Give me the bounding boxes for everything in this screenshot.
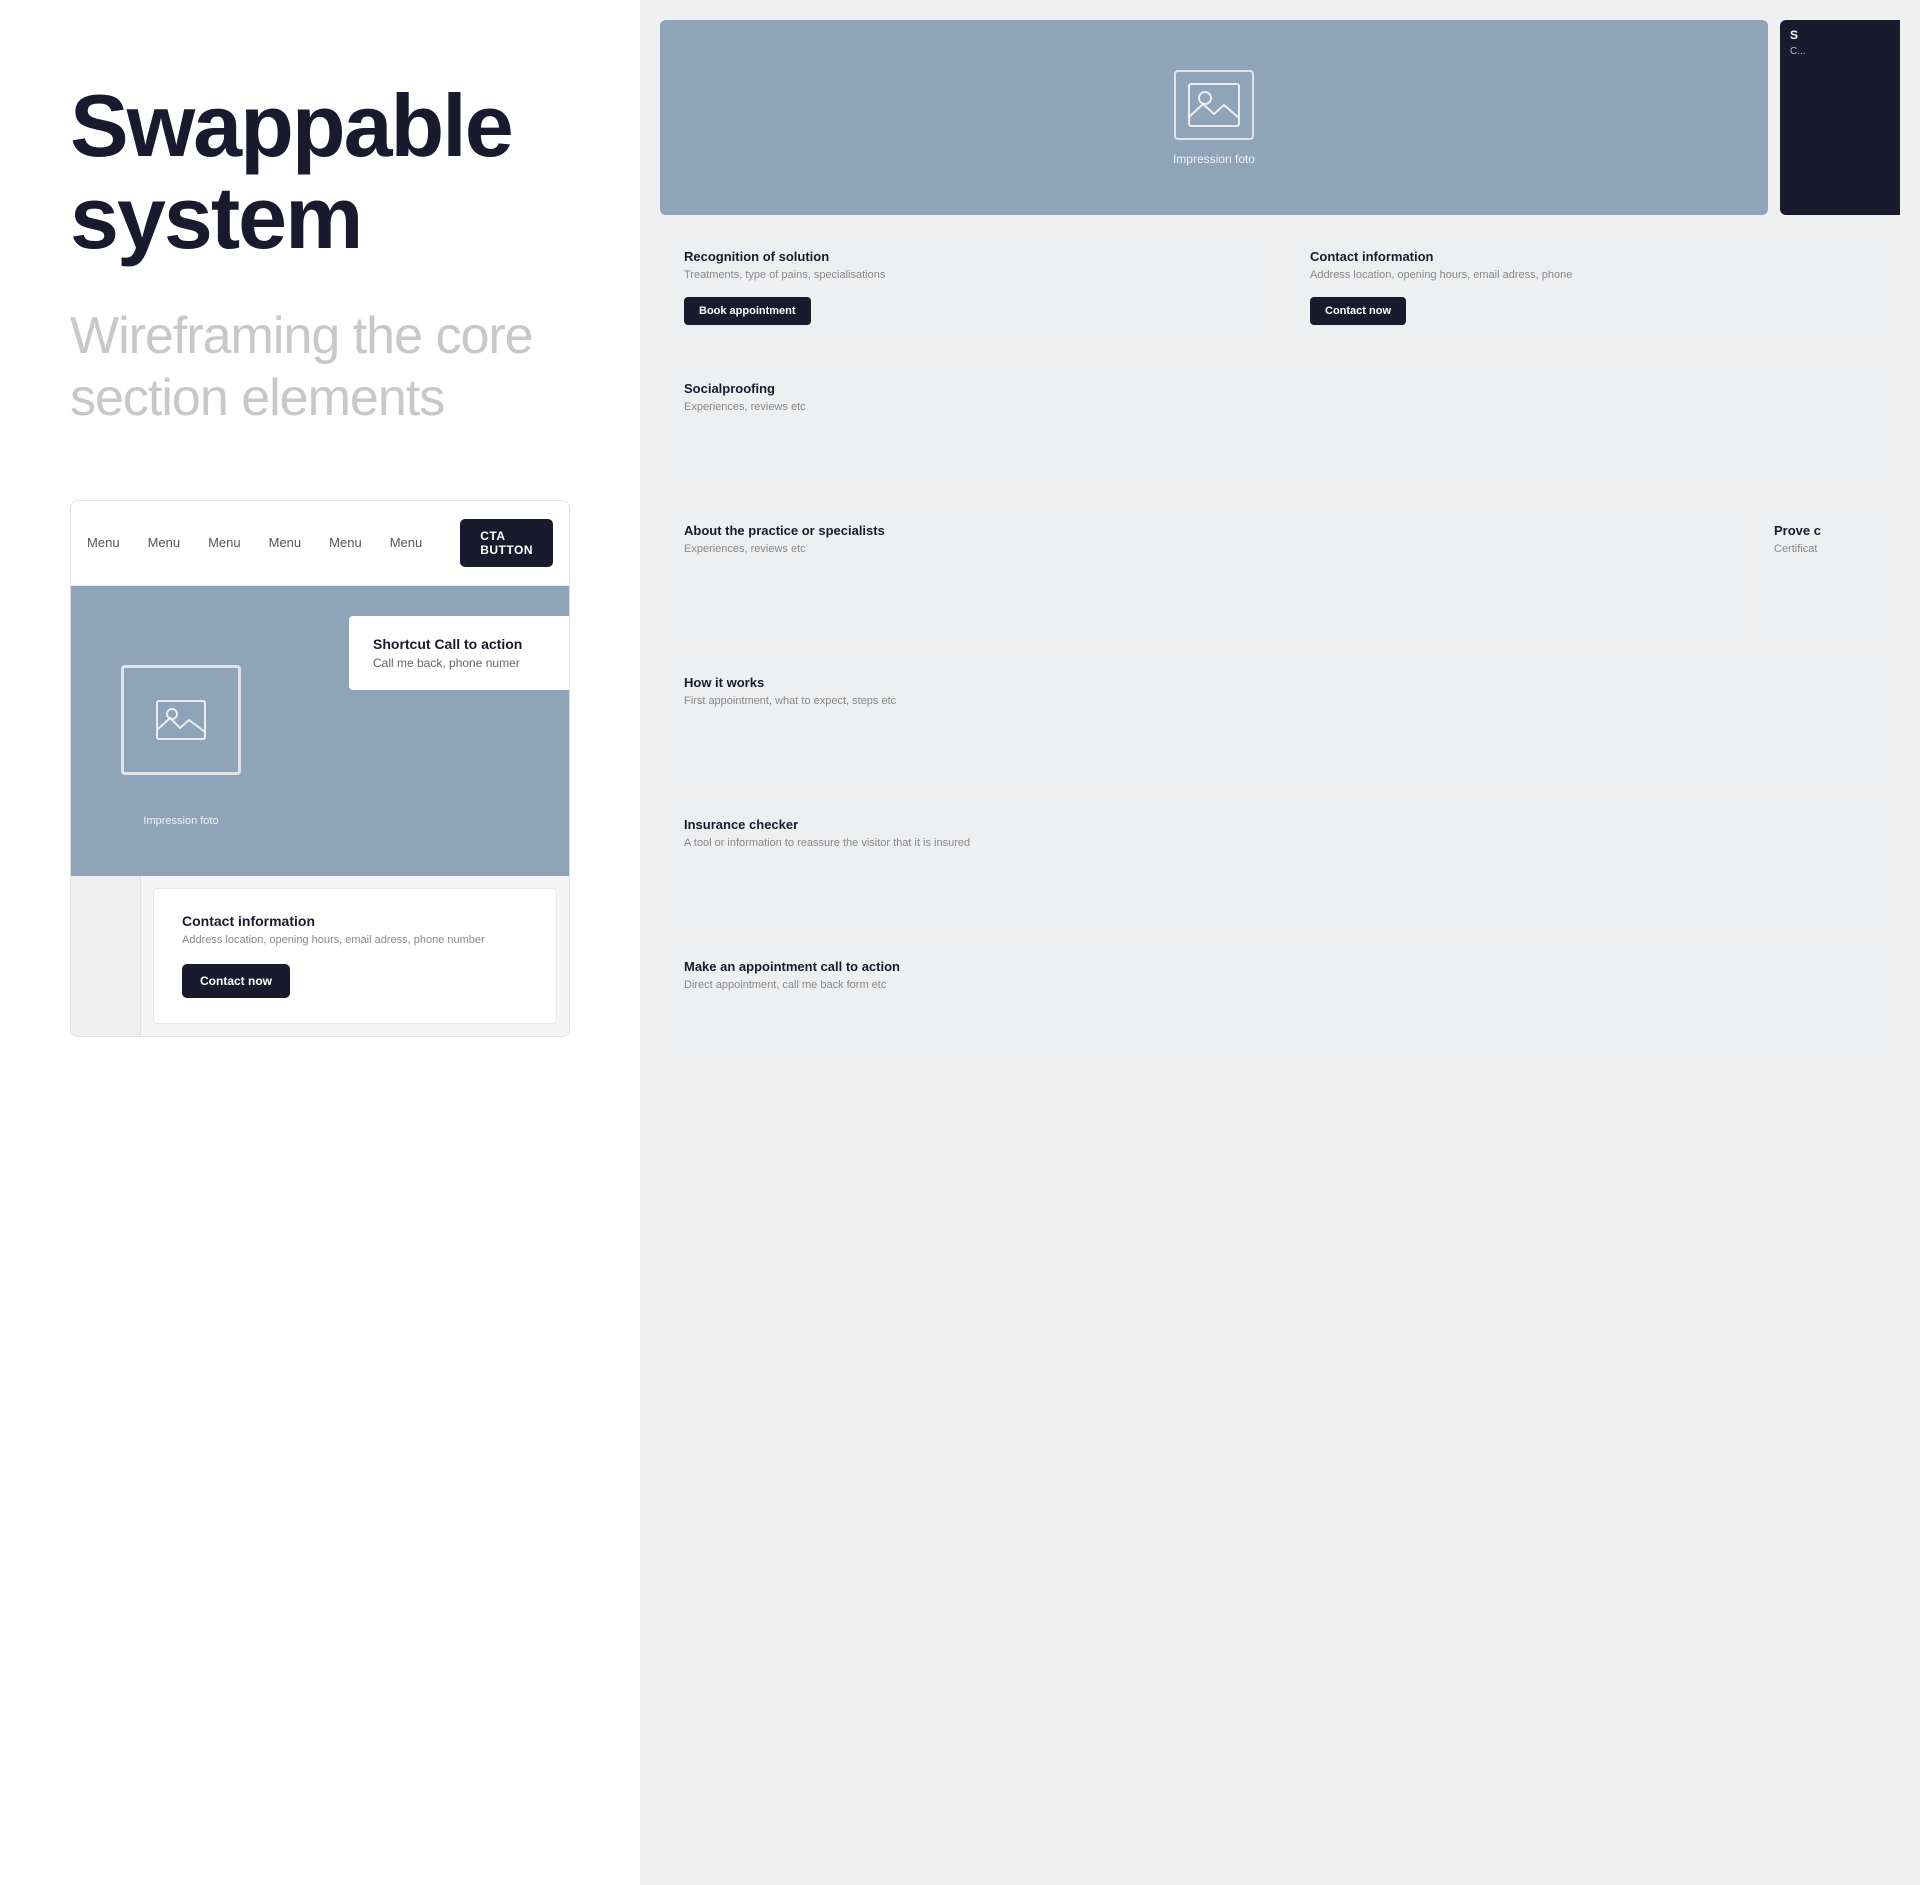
right-partial-sub: C... [1790,46,1806,57]
wireframe-preview: Menu Menu Menu Menu Menu Menu CTA BUTTON… [70,500,570,1037]
recognition-contact-row: Recognition of solution Treatments, type… [660,227,1900,347]
insurance-card: Insurance checker A tool or information … [660,795,1900,925]
wf-nav-item-5[interactable]: Menu [329,535,362,550]
contact-info-title: Contact information [1310,249,1876,264]
wf-impression-label: Impression foto [143,815,218,827]
how-it-works-row: How it works First appointment, what to … [660,653,1900,783]
book-appointment-button[interactable]: Book appointment [684,297,811,325]
wf-hero-section: Impression foto Shortcut Call to action … [71,586,569,876]
recognition-desc: Treatments, type of pains, specialisatio… [684,269,1250,281]
recognition-card: Recognition of solution Treatments, type… [660,227,1274,347]
insurance-title: Insurance checker [684,817,1876,832]
prove-card: Prove c Certificat [1760,501,1900,641]
right-partial-card: S C... [1780,20,1900,215]
hero-image-placeholder-icon [1188,83,1240,127]
socialproofing-card: Socialproofing Experiences, reviews etc [660,359,1900,489]
wf-nav-item-4[interactable]: Menu [269,535,302,550]
appointment-row: Make an appointment call to action Direc… [660,937,1900,1067]
socialproofing-desc: Experiences, reviews etc [684,401,1876,413]
appointment-desc: Direct appointment, call me back form et… [684,979,1876,991]
left-panel: Swappable system Wireframing the core se… [0,0,640,1885]
image-icon [156,700,206,740]
wf-nav-item-2[interactable]: Menu [148,535,181,550]
right-hero-card: Impression foto [660,20,1768,215]
wf-shortcut-box: Shortcut Call to action Call me back, ph… [349,616,569,690]
wf-partial-left [71,876,141,1036]
prove-desc: Certificat [1774,543,1886,555]
right-hero-image-icon [1174,70,1254,140]
wf-cta-button[interactable]: CTA BUTTON [460,519,553,567]
prove-title: Prove c [1774,523,1886,538]
right-panel: Impression foto S C... Recognition of so… [640,0,1920,1885]
wf-nav-item-3[interactable]: Menu [208,535,241,550]
appointment-title: Make an appointment call to action [684,959,1876,974]
right-top-strip: Impression foto S C... [660,20,1900,215]
about-card: About the practice or specialists Experi… [660,501,1748,641]
right-partial-title: S [1790,28,1798,42]
wf-contact-button[interactable]: Contact now [182,964,290,998]
wf-nav-item-6[interactable]: Menu [390,535,423,550]
wf-navbar: Menu Menu Menu Menu Menu Menu CTA BUTTON [71,501,569,586]
wf-bottom-area: Contact information Address location, op… [71,876,569,1036]
about-title: About the practice or specialists [684,523,1724,538]
wf-image-placeholder [121,665,241,775]
socialproofing-row: Socialproofing Experiences, reviews etc [660,359,1900,489]
hero-title: Swappable system [70,80,570,265]
wf-nav-item-1[interactable]: Menu [87,535,120,550]
how-it-works-desc: First appointment, what to expect, steps… [684,695,1876,707]
wf-contact-title: Contact information [182,913,528,929]
contact-info-desc: Address location, opening hours, email a… [1310,269,1876,281]
how-it-works-card: How it works First appointment, what to … [660,653,1900,783]
about-desc: Experiences, reviews etc [684,543,1724,555]
how-it-works-title: How it works [684,675,1876,690]
recognition-title: Recognition of solution [684,249,1250,264]
about-prove-row: About the practice or specialists Experi… [660,501,1900,641]
contact-info-card: Contact information Address location, op… [1286,227,1900,347]
wf-contact-card: Contact information Address location, op… [153,888,557,1024]
right-hero-impression-label: Impression foto [1173,152,1255,166]
insurance-row: Insurance checker A tool or information … [660,795,1900,925]
hero-subtitle: Wireframing the core section elements [70,305,570,430]
wf-contact-desc: Address location, opening hours, email a… [182,934,528,946]
insurance-desc: A tool or information to reassure the vi… [684,837,1876,849]
wf-shortcut-subtitle: Call me back, phone numer [373,656,545,670]
wf-shortcut-title: Shortcut Call to action [373,636,545,652]
socialproofing-title: Socialproofing [684,381,1876,396]
contact-now-button[interactable]: Contact now [1310,297,1406,325]
appointment-card: Make an appointment call to action Direc… [660,937,1900,1067]
